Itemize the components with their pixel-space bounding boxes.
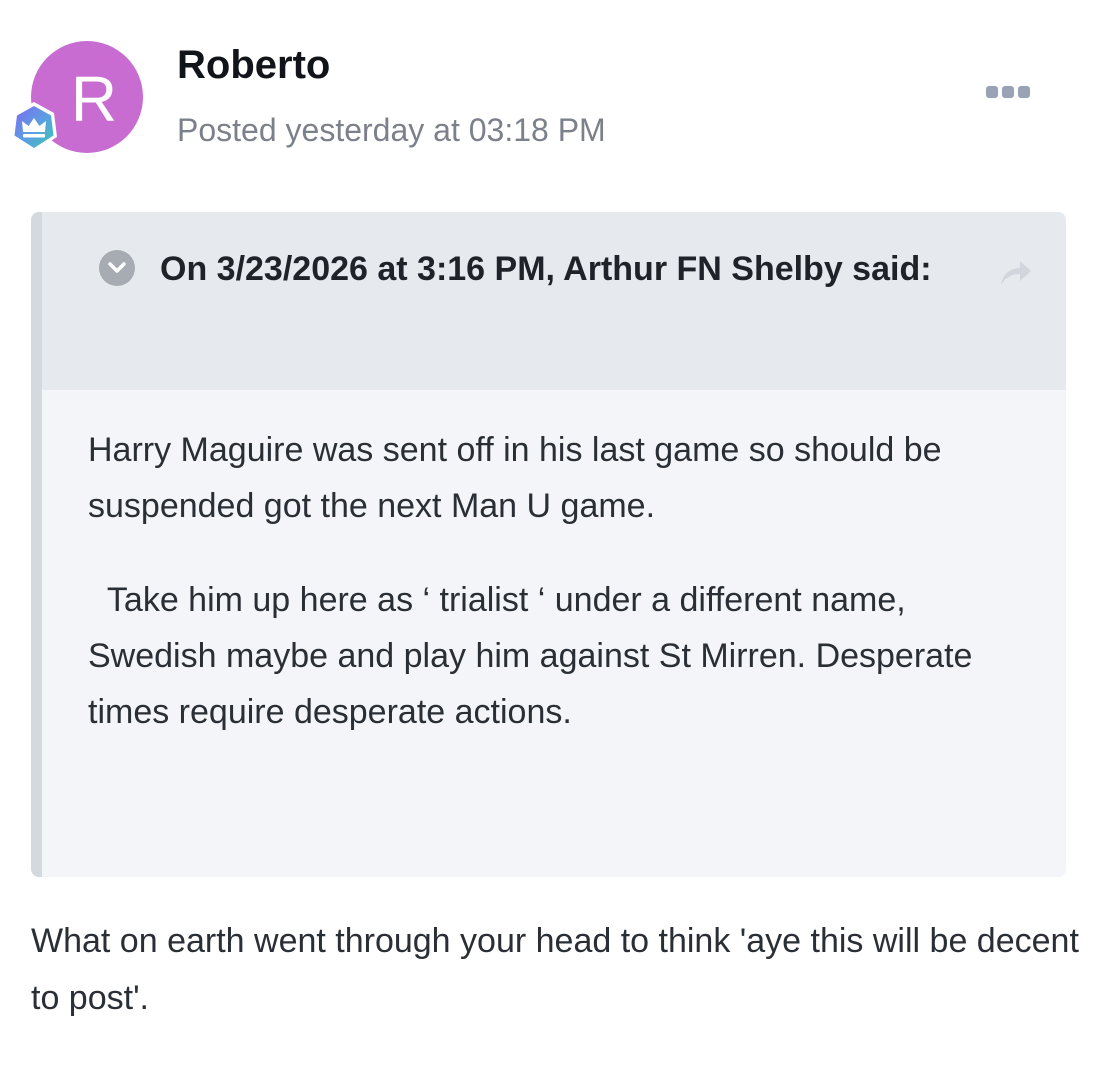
post-timestamp[interactable]: Posted yesterday at 03:18 PM [177,108,606,152]
chevron-down-icon[interactable] [99,250,135,286]
forum-post: R Roberto Posted yesterday at 03:18 PM O… [0,0,1111,1065]
quote-border [31,212,42,877]
quote-header: On 3/23/2026 at 3:16 PM, Arthur FN Shelb… [42,212,1066,390]
ellipsis-icon[interactable] [986,83,1034,101]
share-arrow-icon[interactable] [995,255,1035,291]
quote-block: On 3/23/2026 at 3:16 PM, Arthur FN Shelb… [31,212,1066,877]
author-name[interactable]: Roberto [177,41,330,89]
avatar-letter: R [70,63,118,135]
quote-paragraph: Harry Maguire was sent off in his last g… [88,431,952,525]
quote-body: Harry Maguire was sent off in his last g… [88,422,1033,778]
quote-citation[interactable]: On 3/23/2026 at 3:16 PM, Arthur FN Shelb… [99,240,959,298]
quote-paragraph: Take him up here as ‘ trialist ‘ under a… [88,581,982,731]
post-content: What on earth went through your head to … [31,922,1079,1017]
crown-icon [11,102,57,152]
